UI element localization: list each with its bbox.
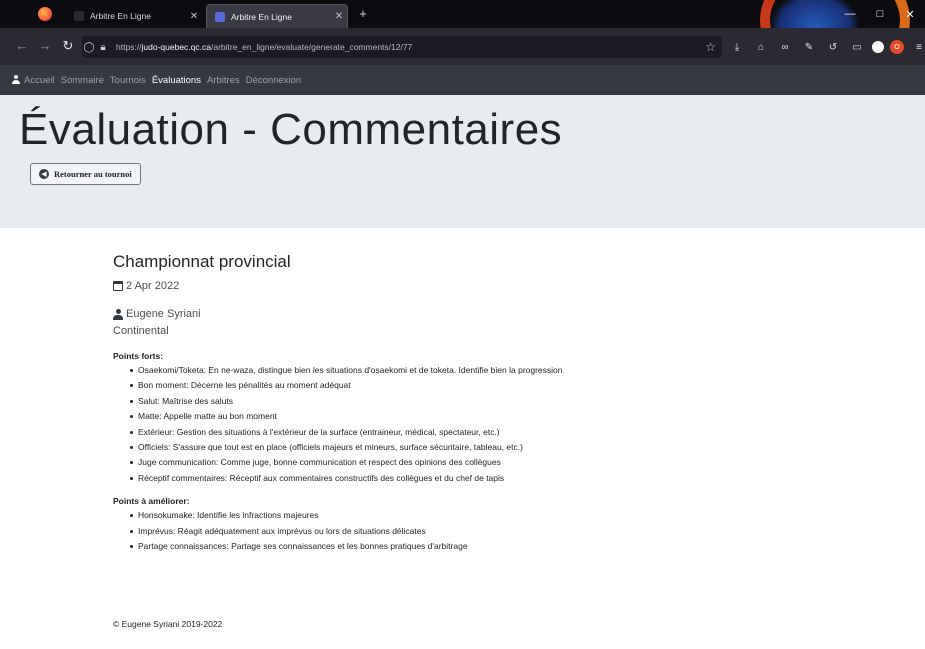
history-icon[interactable]: ↺ (824, 38, 842, 56)
tab-close-icon[interactable]: ✕ (331, 11, 347, 22)
menu-icon[interactable]: ≡ (910, 38, 925, 56)
extension-infinity-icon[interactable]: ∞ (776, 38, 794, 56)
address-bar[interactable]: ◯ 🔒︎ https://judo-quebec.qc.ca/arbitre_e… (82, 36, 722, 58)
strengths-list: Osaekomi/Toketa: En ne-waza, distingue b… (130, 363, 813, 486)
improvements-list: Honsokumake: Identifie les infractions m… (130, 508, 813, 554)
tournament-title: Championnat provincial (113, 252, 291, 271)
forward-arrow-icon[interactable]: → (37, 39, 53, 53)
list-item: Salut: Maîtrise des saluts (130, 394, 813, 409)
site-favicon-icon (74, 11, 84, 21)
back-to-tournament-button[interactable]: ◀ Retourner au tournoi (30, 163, 141, 185)
nav-item-sommaire[interactable]: Sommaire (61, 75, 104, 86)
strengths-heading: Points forts: (113, 351, 164, 361)
list-item: Extérieur: Gestion des situations à l'ex… (130, 425, 813, 440)
extensions-toolbar: ⤓ ⌂ ∞ ✎ ↺ ▭ O ≡ (728, 38, 925, 56)
list-item: Matte: Appelle matte au bon moment (130, 409, 813, 424)
browser-toolbar: ← → ↻ ◯ 🔒︎ https://judo-quebec.qc.ca/arb… (0, 28, 925, 65)
window-controls: — □ ✕ (835, 0, 925, 28)
referee-name-text: Eugene Syriani (126, 308, 201, 320)
browser-tab-1[interactable]: Arbitre En Ligne ✕ (66, 4, 202, 28)
shield-icon[interactable]: ◯ (82, 42, 96, 53)
browser-window: Arbitre En Ligne ✕ Arbitre En Ligne ✕ + … (0, 0, 925, 649)
tab-close-icon[interactable]: ✕ (186, 11, 202, 22)
main-content: Championnat provincial 2 Apr 2022 Eugene… (113, 252, 813, 554)
reader-icon[interactable]: ▭ (848, 38, 866, 56)
bookmark-star-icon[interactable]: ☆ (705, 40, 716, 54)
lock-icon[interactable]: 🔒︎ (96, 42, 110, 53)
list-item: Officiels: S'assure que tout est en plac… (130, 440, 813, 455)
date-text: 2 Apr 2022 (126, 280, 180, 292)
nav-item-evaluations[interactable]: Évaluations (152, 75, 201, 86)
list-item: Imprévus: Réagit adéquatement aux imprév… (130, 524, 813, 539)
url-text[interactable]: https://judo-quebec.qc.ca/arbitre_en_lig… (116, 42, 412, 52)
profile-icon[interactable] (872, 41, 884, 53)
download-icon[interactable]: ⤓ (728, 38, 746, 56)
nav-item-arbitres[interactable]: Arbitres (207, 75, 240, 86)
list-item: Partage connaissances: Partage ses conna… (130, 539, 813, 554)
user-icon (12, 75, 20, 84)
tab-strip: Arbitre En Ligne ✕ Arbitre En Ligne ✕ + … (0, 0, 925, 80)
minimize-button[interactable]: — (835, 3, 865, 25)
arrow-left-circle-icon: ◀ (39, 169, 49, 179)
back-arrow-icon[interactable]: ← (14, 39, 30, 53)
extension-red-icon[interactable]: O (890, 40, 904, 54)
maximize-button[interactable]: □ (865, 3, 895, 25)
page-title: Évaluation - Commentaires (19, 105, 563, 154)
site-navbar: Accueil Sommaire Tournois Évaluations Ar… (0, 65, 925, 95)
wrench-icon[interactable]: ✎ (800, 38, 818, 56)
back-button-label: Retourner au tournoi (54, 169, 132, 179)
close-window-button[interactable]: ✕ (895, 3, 925, 25)
referee-level: Continental (113, 325, 169, 337)
home-icon[interactable]: ⌂ (752, 38, 770, 56)
reload-icon[interactable]: ↻ (60, 39, 76, 53)
tournament-date: 2 Apr 2022 (113, 280, 813, 292)
tab-title: Arbitre En Ligne (231, 11, 292, 22)
footer-copyright: © Eugene Syriani 2019-2022 (113, 619, 223, 629)
user-icon (113, 308, 123, 320)
nav-item-accueil[interactable]: Accueil (12, 74, 55, 86)
improvements-heading: Points à améliorer: (113, 496, 190, 507)
tab-title: Arbitre En Ligne (90, 11, 151, 21)
browser-tab-2[interactable]: Arbitre En Ligne ✕ (206, 4, 348, 28)
list-item: Juge communication: Comme juge, bonne co… (130, 455, 813, 470)
referee-name: Eugene Syriani (113, 308, 813, 320)
site-favicon-icon (215, 11, 225, 22)
list-item: Honsokumake: Identifie les infractions m… (130, 508, 813, 523)
list-item: Osaekomi/Toketa: En ne-waza, distingue b… (130, 363, 813, 378)
nav-item-deconnexion[interactable]: Déconnexion (246, 75, 301, 86)
nav-item-tournois[interactable]: Tournois (110, 75, 146, 86)
firefox-logo-icon[interactable] (38, 7, 52, 21)
page-header: Évaluation - Commentaires ◀ Retourner au… (0, 95, 925, 228)
calendar-icon (113, 281, 123, 291)
list-item: Réceptif commentaires: Réceptif aux comm… (130, 471, 813, 486)
list-item: Bon moment: Décerne les pénalités au mom… (130, 378, 813, 393)
new-tab-button[interactable]: + (356, 6, 370, 21)
